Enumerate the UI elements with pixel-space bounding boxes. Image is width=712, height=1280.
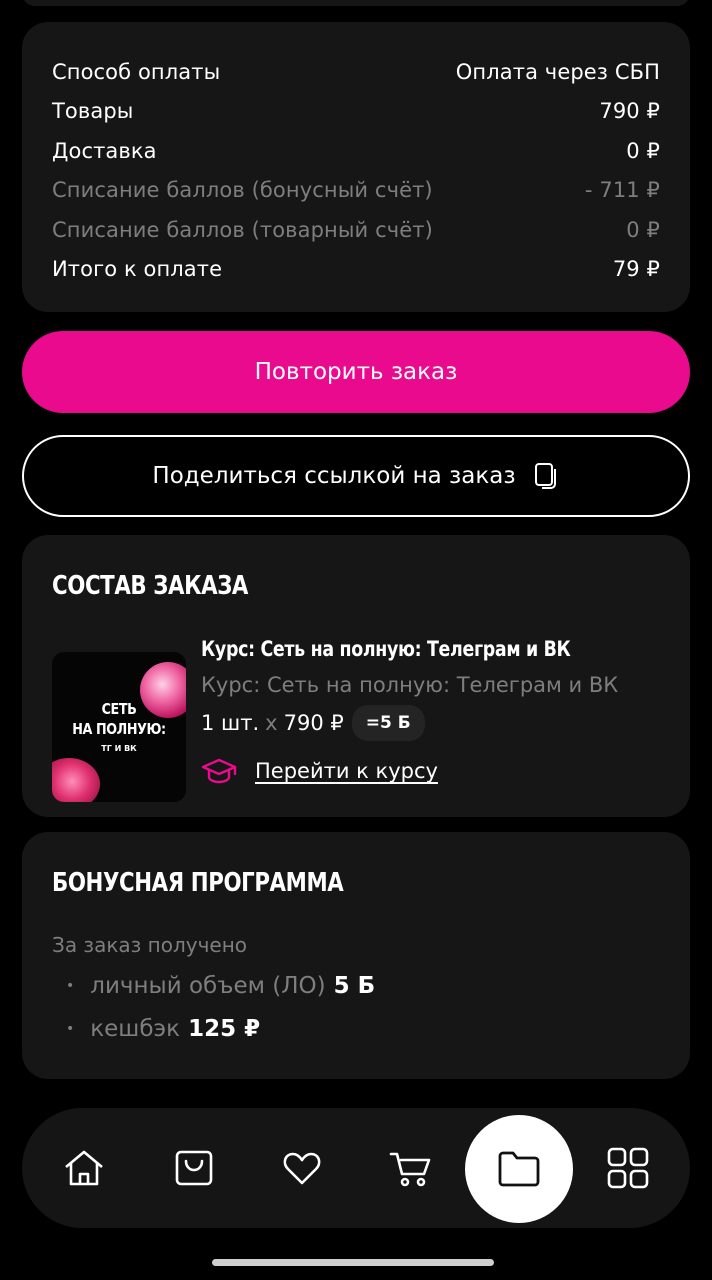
multiply-sign: x: [265, 711, 278, 735]
summary-label: Списание баллов (товарный счёт): [52, 217, 433, 242]
grid-icon: [607, 1147, 649, 1189]
bonus-program-card: БОНУСНАЯ ПРОГРАММА За заказ получено • л…: [22, 832, 690, 1079]
course-cover-image[interactable]: СЕТЬ НА ПОЛНУЮ: ТГ И ВК: [52, 652, 186, 802]
cover-title-line: НА ПОЛНУЮ:: [72, 720, 166, 738]
previous-card: [22, 0, 690, 6]
summary-value: 790 ₽: [599, 99, 660, 124]
heart-icon: [283, 1152, 321, 1185]
share-order-label: Поделиться ссылкой на заказ: [152, 463, 516, 489]
go-to-course-label: Перейти к курсу: [255, 759, 438, 783]
summary-value: - 711 ₽: [584, 178, 660, 203]
graduation-cap-icon: [201, 757, 237, 785]
share-order-link-button[interactable]: Поделиться ссылкой на заказ: [22, 435, 690, 517]
home-icon: [65, 1150, 103, 1186]
bonus-line-cashback: • кешбэк 125 ₽: [66, 1016, 260, 1042]
summary-row-goods: Товары 790 ₽: [52, 92, 660, 132]
home-indicator[interactable]: [212, 1259, 494, 1266]
summary-label: Итого к оплате: [52, 257, 223, 282]
nav-favorites[interactable]: [262, 1108, 342, 1228]
nav-catalog[interactable]: [154, 1108, 234, 1228]
summary-value: 0 ₽: [626, 138, 660, 163]
go-to-course-link[interactable]: Перейти к курсу: [201, 757, 438, 785]
summary-label: Доставка: [52, 138, 157, 163]
repeat-order-button[interactable]: Повторить заказ: [22, 331, 690, 413]
order-details-screen: Способ оплаты Оплата через СБП Товары 79…: [0, 0, 712, 1280]
order-composition-card: СОСТАВ ЗАКАЗА СЕТЬ НА ПОЛНУЮ: ТГ И ВК Ку…: [22, 535, 690, 817]
cover-subtitle: ТГ И ВК: [101, 744, 137, 753]
summary-row-payment-method: Способ оплаты Оплата через СБП: [52, 52, 660, 92]
copy-icon: [534, 462, 560, 490]
summary-row-bonus-writeoff: Списание баллов (бонусный счёт) - 711 ₽: [52, 171, 660, 211]
nav-home[interactable]: [44, 1108, 124, 1228]
summary-row-total: Итого к оплате 79 ₽: [52, 250, 660, 290]
bullet: •: [66, 978, 75, 994]
item-price: 790 ₽: [283, 711, 344, 735]
bonus-line-label: личный объем (ЛО): [90, 973, 326, 999]
bonus-line-label: кешбэк: [90, 1016, 181, 1042]
bonus-line-value: 5 Б: [333, 973, 376, 999]
summary-value: 0 ₽: [626, 217, 660, 242]
item-subtitle: Курс: Сеть на полную: Телеграм и ВК: [201, 673, 619, 697]
bottom-navigation: [22, 1108, 690, 1228]
bonus-received-label: За заказ получено: [52, 933, 248, 957]
nav-orders[interactable]: [465, 1115, 573, 1223]
nav-more[interactable]: [588, 1108, 668, 1228]
order-section-title: СОСТАВ ЗАКАЗА: [52, 571, 249, 601]
item-title[interactable]: Курс: Сеть на полную: Телеграм и ВК: [201, 637, 571, 661]
bullet: •: [66, 1021, 75, 1037]
bag-icon: [175, 1150, 213, 1186]
summary-label: Способ оплаты: [52, 59, 221, 84]
points-badge: =5 Б: [351, 705, 425, 741]
nav-cart[interactable]: [371, 1108, 451, 1228]
summary-row-goods-writeoff: Списание баллов (товарный счёт) 0 ₽: [52, 210, 660, 250]
item-quantity-price: 1 шт. x 790 ₽ =5 Б: [201, 705, 425, 741]
bonus-section-title: БОНУСНАЯ ПРОГРАММА: [52, 868, 344, 898]
folder-icon: [498, 1151, 540, 1187]
summary-value: 79 ₽: [612, 257, 660, 282]
summary-value: Оплата через СБП: [455, 59, 660, 84]
summary-row-delivery: Доставка 0 ₽: [52, 131, 660, 171]
cover-decoration: [52, 758, 100, 802]
item-quantity: 1 шт.: [201, 711, 260, 735]
payment-summary-card: Способ оплаты Оплата через СБП Товары 79…: [22, 22, 690, 312]
bonus-line-personal-volume: • личный объем (ЛО) 5 Б: [66, 973, 375, 999]
summary-label: Списание баллов (бонусный счёт): [52, 178, 433, 203]
bonus-line-value: 125 ₽: [188, 1016, 261, 1042]
summary-label: Товары: [52, 99, 134, 124]
cart-icon: [389, 1152, 431, 1187]
repeat-order-label: Повторить заказ: [254, 359, 458, 385]
cover-title-line: СЕТЬ: [101, 700, 137, 718]
